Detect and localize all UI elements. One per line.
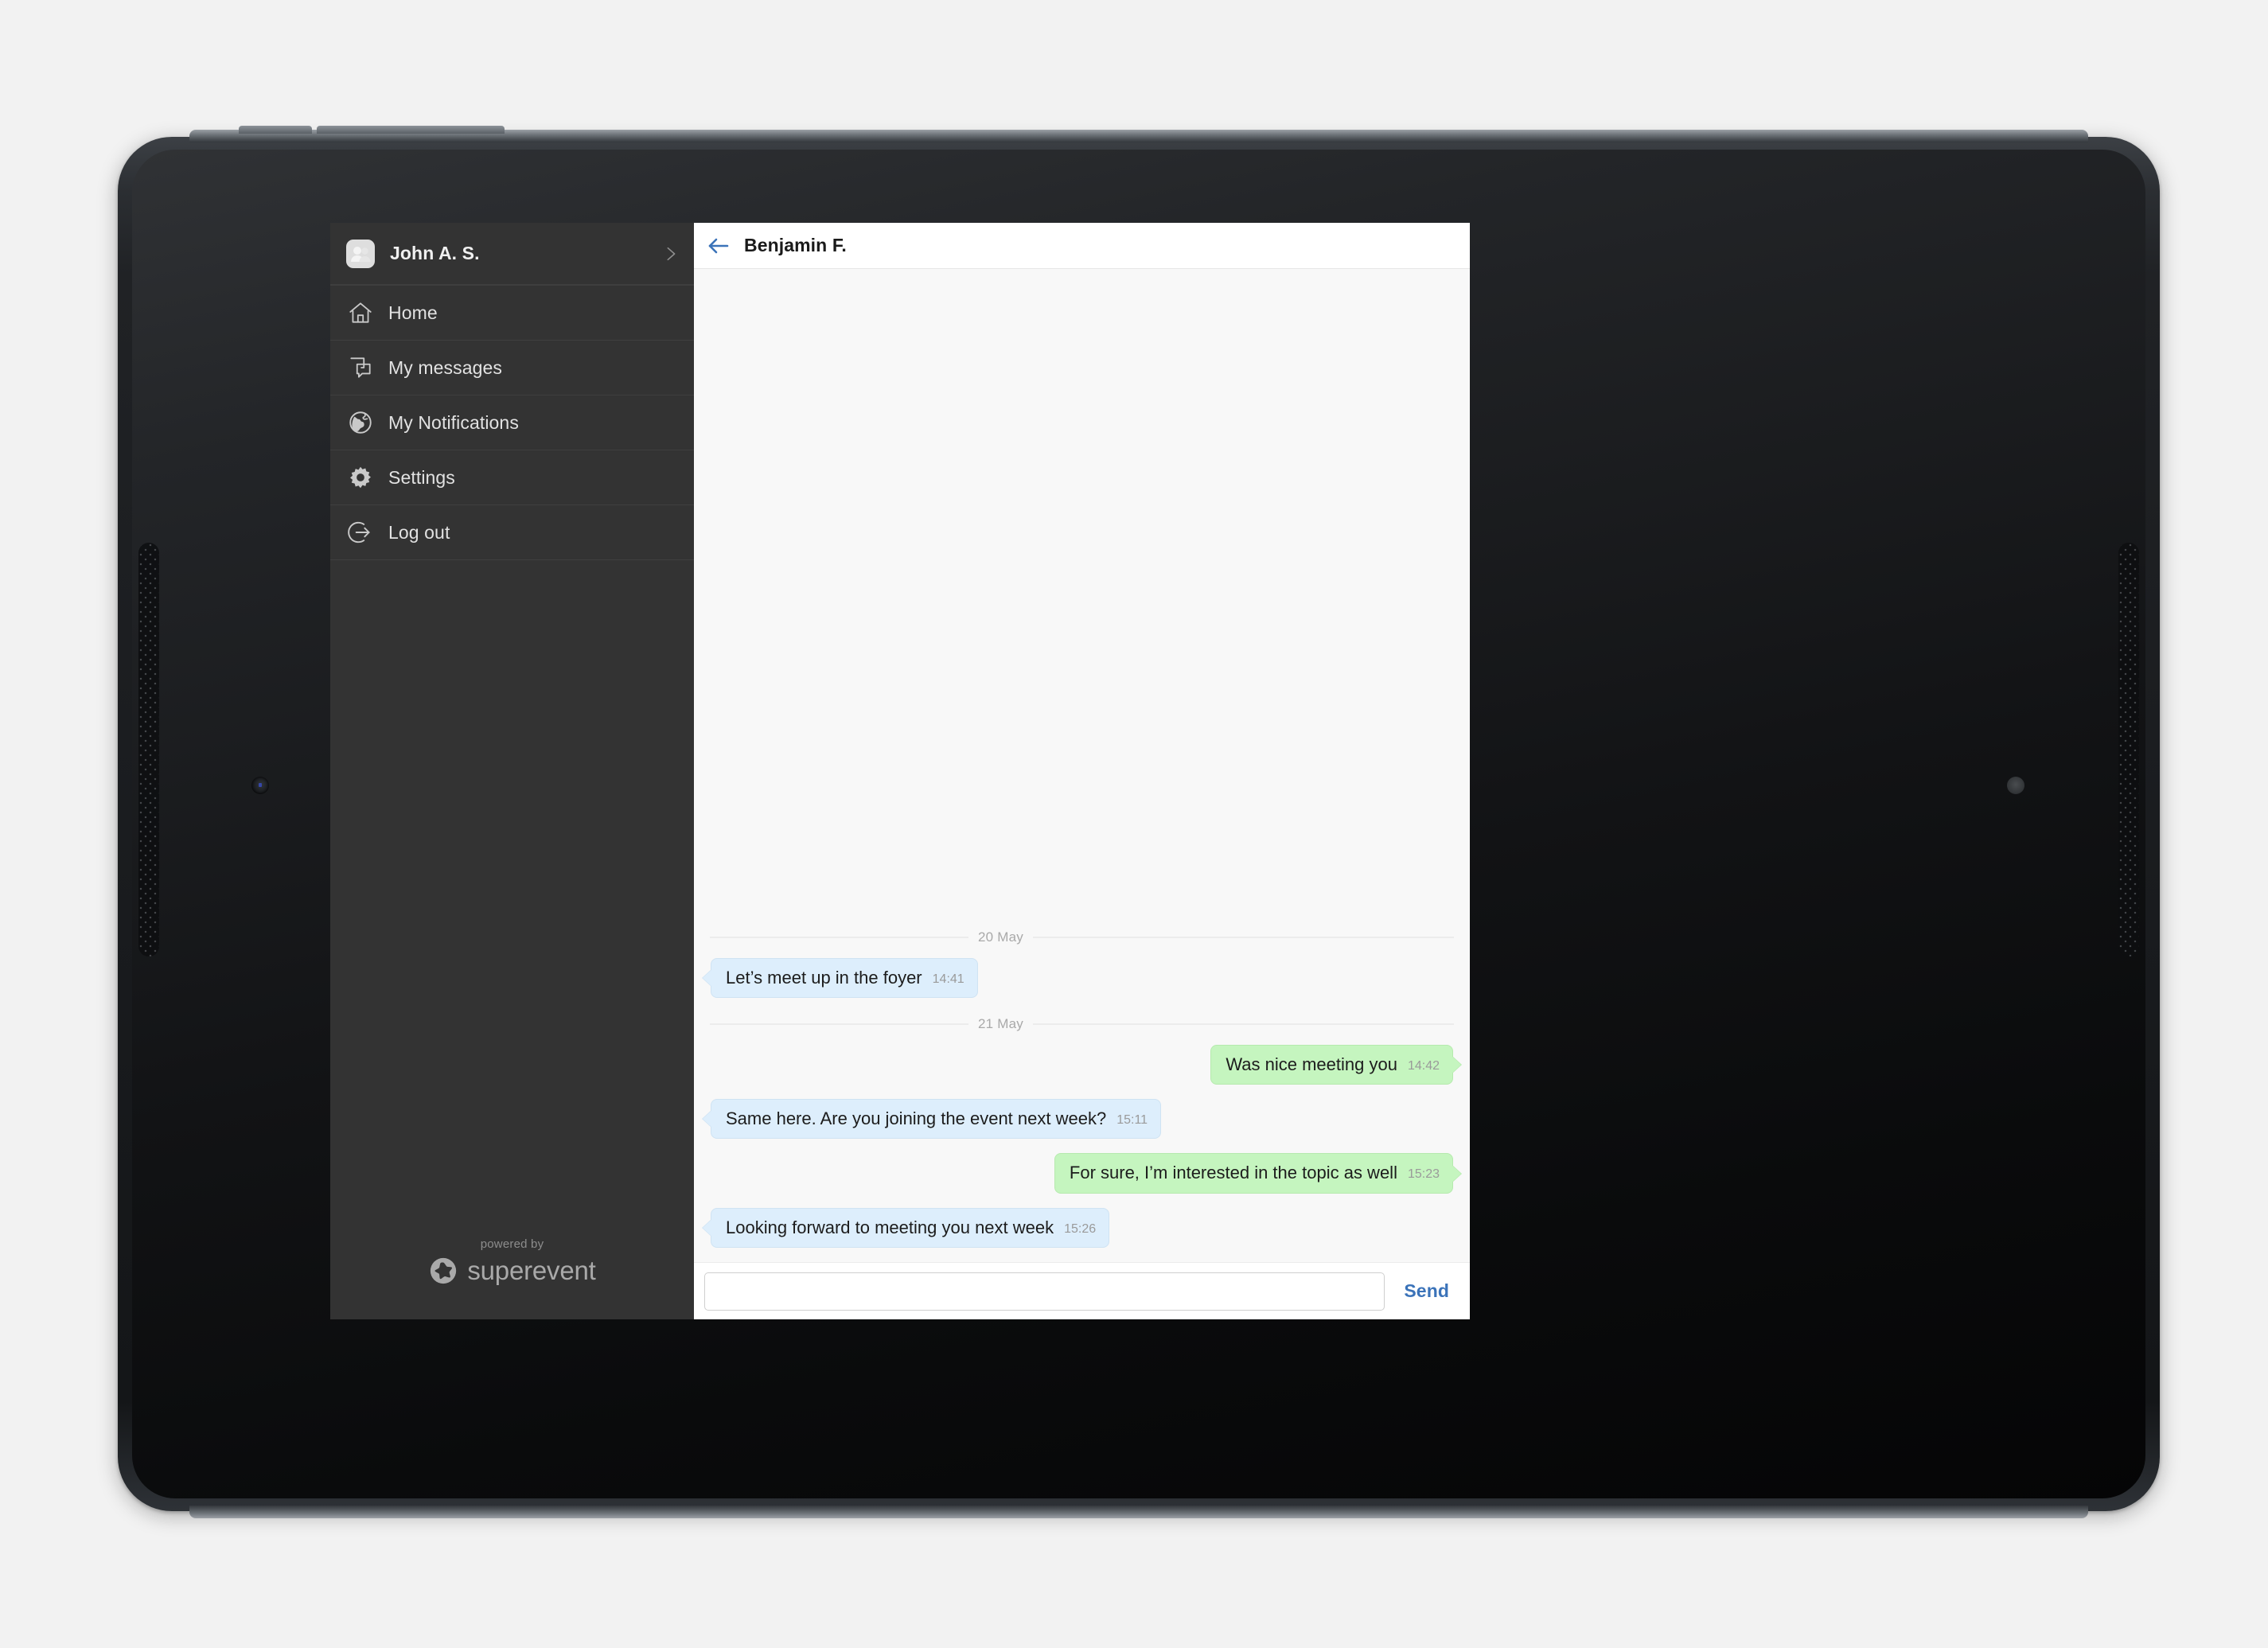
globe-icon: [349, 411, 372, 434]
sidebar-account-row[interactable]: John A. S.: [330, 223, 694, 285]
date-separator-label: 21 May: [978, 1015, 1023, 1031]
superevent-wordmark: superevent: [467, 1256, 596, 1285]
superevent-star-icon: [431, 1257, 457, 1284]
device-bezel: John A. S. Home My messages My Notificat…: [132, 150, 2145, 1498]
compose-bar: Send: [694, 1262, 1470, 1319]
separator-line-left: [710, 1023, 968, 1025]
logout-arrow-icon: [348, 521, 370, 543]
sidebar-item-my-notifications[interactable]: My Notifications: [330, 395, 694, 450]
powered-by-kicker: powered by: [480, 1237, 544, 1251]
message-text: Was nice meeting you: [1226, 1054, 1397, 1074]
message-bubble-incoming[interactable]: Same here. Are you joining the event nex…: [711, 1099, 1162, 1140]
separator-line-left: [710, 936, 968, 938]
sidebar-item-log-out[interactable]: Log out: [330, 505, 694, 560]
sidebar-item-label: Log out: [388, 521, 450, 543]
powered-by-footer[interactable]: powered by superevent: [330, 1237, 694, 1319]
back-arrow-icon[interactable]: [707, 236, 730, 255]
send-button[interactable]: Send: [1393, 1276, 1459, 1307]
contacts-avatar-icon: [346, 239, 375, 268]
message-time: 14:41: [932, 972, 964, 986]
chat-header: Benjamin F.: [694, 223, 1470, 269]
tablet-device-frame: John A. S. Home My messages My Notificat…: [118, 126, 2160, 1518]
chat-title: Benjamin F.: [744, 235, 847, 255]
sidebar-item-label: My Notifications: [388, 411, 519, 433]
message-text: For sure, I’m interested in the topic as…: [1069, 1163, 1397, 1183]
sidebar-nav-list: Home My messages My Notifications Settin…: [330, 285, 694, 560]
sidebar-account-name: John A. S.: [390, 243, 480, 263]
message-time: 14:42: [1407, 1058, 1440, 1073]
separator-line-right: [1032, 1023, 1454, 1025]
sidebar-item-home[interactable]: Home: [330, 286, 694, 341]
message-text: Looking forward to meeting you next week: [726, 1217, 1054, 1237]
sidebar-item-label: Home: [388, 302, 438, 323]
chat-panel: Benjamin F. 20 May Let’s meet up in the …: [694, 223, 1470, 1319]
sidebar-item-label: My messages: [388, 356, 502, 378]
message-time: 15:11: [1116, 1113, 1148, 1128]
device-volume-buttons[interactable]: [317, 126, 505, 134]
scene: John A. S. Home My messages My Notificat…: [0, 0, 2268, 1648]
message-row: Was nice meeting you 14:42: [704, 1044, 1459, 1085]
chevron-right-icon: [667, 247, 676, 260]
separator-line-right: [1032, 936, 1454, 938]
message-text: Same here. Are you joining the event nex…: [726, 1108, 1107, 1129]
message-time: 15:26: [1064, 1221, 1097, 1236]
sidebar-item-my-messages[interactable]: My messages: [330, 341, 694, 395]
device-power-button[interactable]: [239, 126, 312, 134]
message-row: Let’s meet up in the foyer 14:41: [704, 957, 1459, 998]
chat-bubbles-icon: [350, 357, 371, 378]
message-bubble-outgoing[interactable]: Was nice meeting you 14:42: [1210, 1044, 1453, 1085]
date-separator: 21 May: [710, 1015, 1454, 1033]
message-text: Let’s meet up in the foyer: [726, 967, 922, 988]
sidebar: John A. S. Home My messages My Notificat…: [330, 223, 694, 1319]
message-time: 15:23: [1407, 1167, 1440, 1182]
date-separator: 20 May: [710, 929, 1454, 946]
sidebar-item-label: Settings: [388, 466, 455, 488]
camera-lens-right-icon: [2007, 777, 2024, 794]
message-bubble-incoming[interactable]: Let’s meet up in the foyer 14:41: [711, 957, 978, 998]
message-bubble-incoming[interactable]: Looking forward to meeting you next week…: [711, 1207, 1110, 1248]
message-bubble-outgoing[interactable]: For sure, I’m interested in the topic as…: [1054, 1153, 1453, 1194]
device-bottom-rail: [189, 1506, 2088, 1518]
home-icon: [349, 302, 372, 323]
speaker-grille-right-icon: [2118, 543, 2139, 956]
message-row: For sure, I’m interested in the topic as…: [704, 1153, 1459, 1194]
date-separator-label: 20 May: [978, 929, 1023, 945]
superevent-logo: superevent: [330, 1256, 694, 1286]
message-row: Looking forward to meeting you next week…: [704, 1207, 1459, 1248]
camera-lens-left-icon: [251, 777, 269, 794]
message-row: Same here. Are you joining the event nex…: [704, 1099, 1459, 1140]
message-list[interactable]: 20 May Let’s meet up in the foyer 14:41: [694, 269, 1470, 1262]
app-screen: John A. S. Home My messages My Notificat…: [330, 223, 1470, 1319]
sidebar-item-settings[interactable]: Settings: [330, 450, 694, 505]
gear-icon: [350, 466, 371, 489]
message-input[interactable]: [704, 1272, 1385, 1311]
speaker-grille-left-icon: [138, 543, 159, 956]
